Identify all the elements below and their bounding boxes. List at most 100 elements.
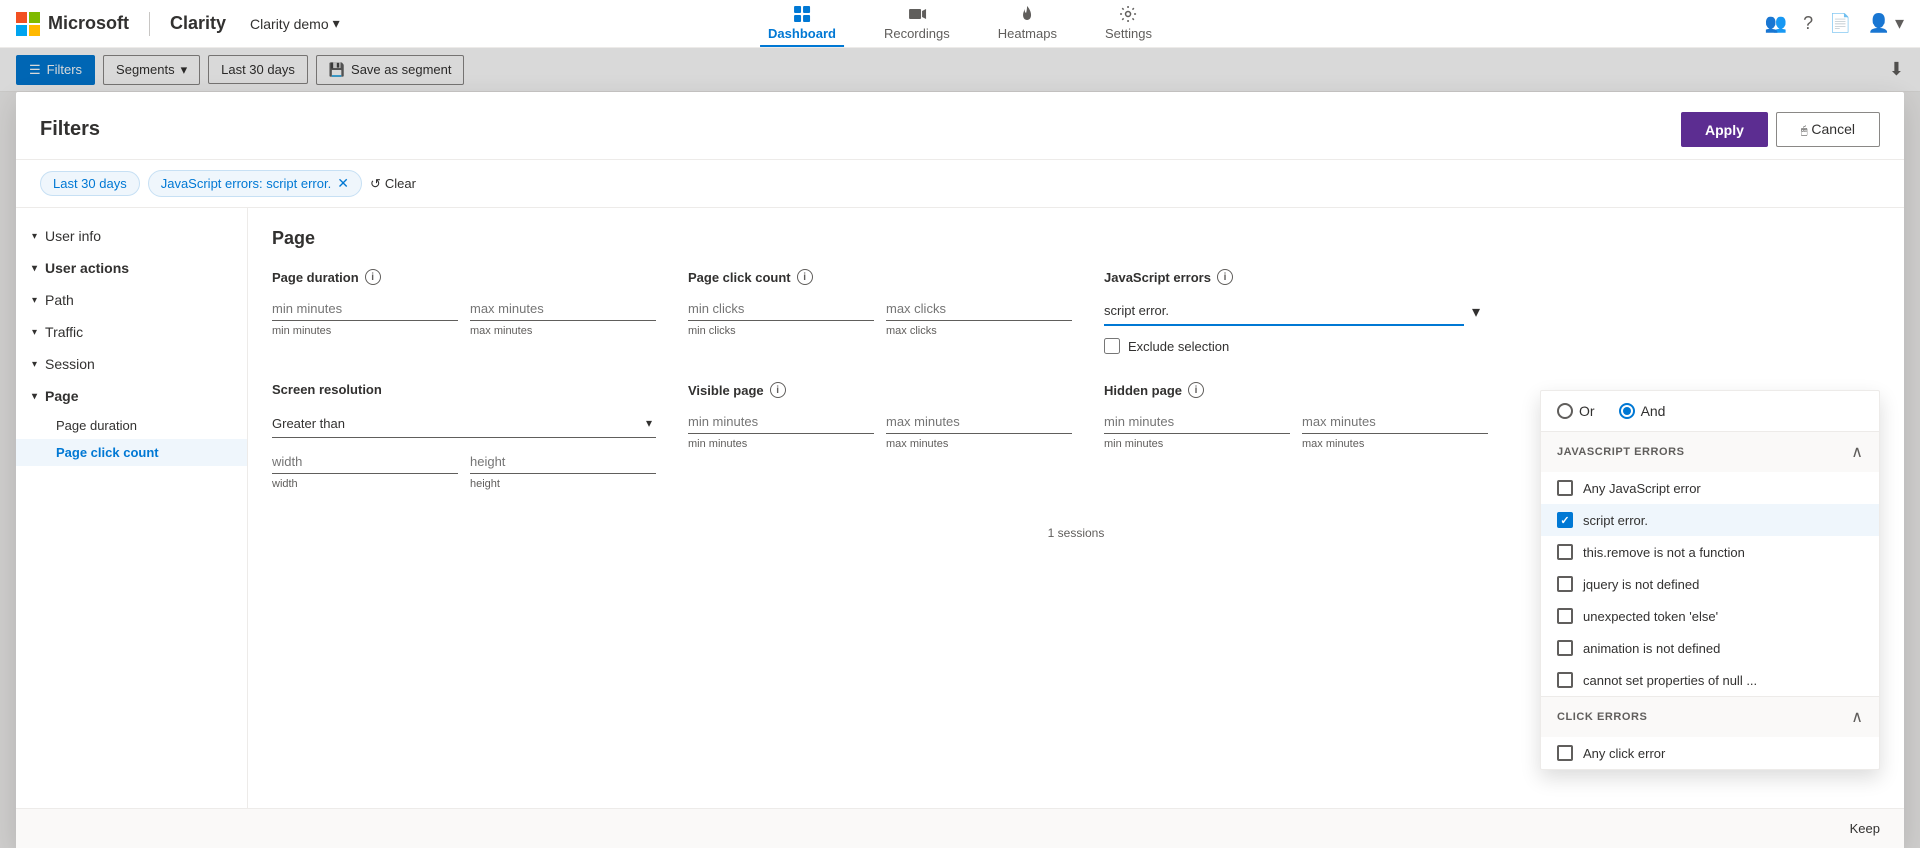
hidden-page-min-label: min minutes: [1104, 438, 1290, 450]
radio-dot: [1623, 407, 1631, 415]
and-option[interactable]: And: [1619, 403, 1666, 419]
cancel-button[interactable]: 🖱 Cancel: [1776, 112, 1880, 147]
brand-name: Microsoft: [48, 13, 129, 34]
keep-label: Keep: [1850, 821, 1880, 836]
grid-icon: [792, 4, 812, 24]
sidebar-section-user-info[interactable]: ▾ User info: [16, 220, 247, 252]
sidebar: ▾ User info ▾ User actions ▾ Path ▾ Traf…: [16, 208, 248, 808]
visible-page-min-input[interactable]: [688, 410, 874, 434]
page-click-count-min-group: min clicks: [688, 297, 874, 337]
chip-close-icon[interactable]: ✕: [337, 175, 349, 192]
width-input[interactable]: [272, 450, 458, 474]
js-errors-input[interactable]: [1104, 297, 1464, 326]
top-nav-center: Dashboard Recordings Heatmaps Settings: [760, 0, 1160, 47]
date-chip-label: Last 30 days: [53, 176, 127, 191]
filter-row-1: Page duration i min minutes max minutes: [272, 269, 1880, 354]
help-icon[interactable]: ?: [1803, 13, 1813, 34]
dropdown-item-cannot-set[interactable]: cannot set properties of null ...: [1541, 664, 1879, 696]
or-option[interactable]: Or: [1557, 403, 1595, 419]
hidden-page-max-label: max minutes: [1302, 438, 1488, 450]
cannot-set-label: cannot set properties of null ...: [1583, 673, 1757, 688]
demo-selector[interactable]: Clarity demo ▾: [250, 15, 340, 32]
brand: Microsoft Clarity: [16, 12, 226, 36]
sidebar-item-page-click-count[interactable]: Page click count: [16, 439, 247, 466]
filter-group-visible-page: Visible page i min minutes max minutes: [688, 382, 1072, 490]
exclude-checkbox[interactable]: [1104, 338, 1120, 354]
sidebar-section-traffic[interactable]: ▾ Traffic: [16, 316, 247, 348]
sidebar-section-page[interactable]: ▾ Page: [16, 380, 247, 412]
sidebar-page-label: Page: [45, 388, 78, 404]
nav-item-settings[interactable]: Settings: [1097, 0, 1160, 47]
this-remove-checkbox[interactable]: [1557, 544, 1573, 560]
js-errors-dropdown-arrow[interactable]: ▾: [1464, 298, 1488, 326]
or-radio[interactable]: [1557, 403, 1573, 419]
page-click-count-info-icon[interactable]: i: [797, 269, 813, 285]
or-label: Or: [1579, 403, 1595, 419]
page-duration-min-input[interactable]: [272, 297, 458, 321]
cancel-label: Cancel: [1811, 121, 1855, 137]
visible-page-max-input[interactable]: [886, 410, 1072, 434]
apply-button[interactable]: Apply: [1681, 112, 1768, 147]
click-errors-collapse-button[interactable]: ∧: [1851, 707, 1863, 727]
hidden-page-min-input[interactable]: [1104, 410, 1290, 434]
sidebar-section-session[interactable]: ▾ Session: [16, 348, 247, 380]
page-duration-info-icon[interactable]: i: [365, 269, 381, 285]
page-duration-max-input[interactable]: [470, 297, 656, 321]
click-errors-section-title: CLICK ERRORS: [1557, 711, 1647, 723]
document-icon[interactable]: 📄: [1829, 13, 1851, 34]
exclude-selection-row: Exclude selection: [1104, 338, 1488, 354]
js-errors-section-header: JAVASCRIPT ERRORS ∧: [1541, 432, 1879, 472]
dropdown-item-any-js[interactable]: Any JavaScript error: [1541, 472, 1879, 504]
sidebar-section-path[interactable]: ▾ Path: [16, 284, 247, 316]
hidden-page-inputs: min minutes max minutes: [1104, 410, 1488, 450]
chevron-icon: ▾: [32, 295, 37, 306]
dropdown-item-jquery[interactable]: jquery is not defined: [1541, 568, 1879, 600]
height-input[interactable]: [470, 450, 656, 474]
page-click-count-min-label: min clicks: [688, 325, 874, 337]
any-js-checkbox[interactable]: [1557, 480, 1573, 496]
sidebar-section-user-actions[interactable]: ▾ User actions: [16, 252, 247, 284]
sidebar-item-page-duration[interactable]: Page duration: [16, 412, 247, 439]
js-error-chip[interactable]: JavaScript errors: script error. ✕: [148, 170, 362, 197]
jquery-checkbox[interactable]: [1557, 576, 1573, 592]
nav-divider: [149, 12, 150, 36]
screen-resolution-label: Screen resolution: [272, 382, 656, 397]
screen-resolution-select-wrapper: Greater than Less than Equal to ▾: [272, 409, 656, 438]
chevron-icon: ▾: [32, 391, 37, 402]
page-duration-max-label: max minutes: [470, 325, 656, 337]
js-errors-dropdown-panel: Or And JAVASCRIPT ERRORS ∧ Any JavaScrip…: [1540, 390, 1880, 770]
script-error-checkbox[interactable]: ✓: [1557, 512, 1573, 528]
animation-checkbox[interactable]: [1557, 640, 1573, 656]
screen-resolution-select[interactable]: Greater than Less than Equal to: [272, 416, 656, 431]
page-click-count-min-input[interactable]: [688, 297, 874, 321]
nav-dashboard-label: Dashboard: [768, 26, 836, 41]
dropdown-item-any-click[interactable]: Any click error: [1541, 737, 1879, 769]
unexpected-token-checkbox[interactable]: [1557, 608, 1573, 624]
and-radio[interactable]: [1619, 403, 1635, 419]
js-errors-info-icon[interactable]: i: [1217, 269, 1233, 285]
dropdown-item-unexpected-token[interactable]: unexpected token 'else': [1541, 600, 1879, 632]
nav-item-dashboard[interactable]: Dashboard: [760, 0, 844, 47]
video-icon: [907, 4, 927, 24]
nav-item-heatmaps[interactable]: Heatmaps: [990, 0, 1065, 47]
page-click-count-max-input[interactable]: [886, 297, 1072, 321]
cannot-set-checkbox[interactable]: [1557, 672, 1573, 688]
visible-page-info-icon[interactable]: i: [770, 382, 786, 398]
any-click-checkbox[interactable]: [1557, 745, 1573, 761]
js-errors-input-row: ▾: [1104, 297, 1488, 326]
js-errors-collapse-button[interactable]: ∧: [1851, 442, 1863, 462]
hidden-page-info-icon[interactable]: i: [1188, 382, 1204, 398]
js-errors-section-title: JAVASCRIPT ERRORS: [1557, 446, 1685, 458]
or-and-row: Or And: [1541, 391, 1879, 432]
clear-button[interactable]: ↺ Clear: [370, 176, 416, 192]
dropdown-item-script-error[interactable]: ✓ script error.: [1541, 504, 1879, 536]
dropdown-item-animation[interactable]: animation is not defined: [1541, 632, 1879, 664]
share-icon[interactable]: 👥: [1765, 13, 1787, 34]
account-icon[interactable]: 👤 ▾: [1868, 13, 1904, 34]
hidden-page-max-input[interactable]: [1302, 410, 1488, 434]
page-duration-label: Page duration i: [272, 269, 656, 285]
sidebar-user-info-label: User info: [45, 228, 101, 244]
date-chip[interactable]: Last 30 days: [40, 171, 140, 196]
nav-item-recordings[interactable]: Recordings: [876, 0, 958, 47]
dropdown-item-this-remove[interactable]: this.remove is not a function: [1541, 536, 1879, 568]
